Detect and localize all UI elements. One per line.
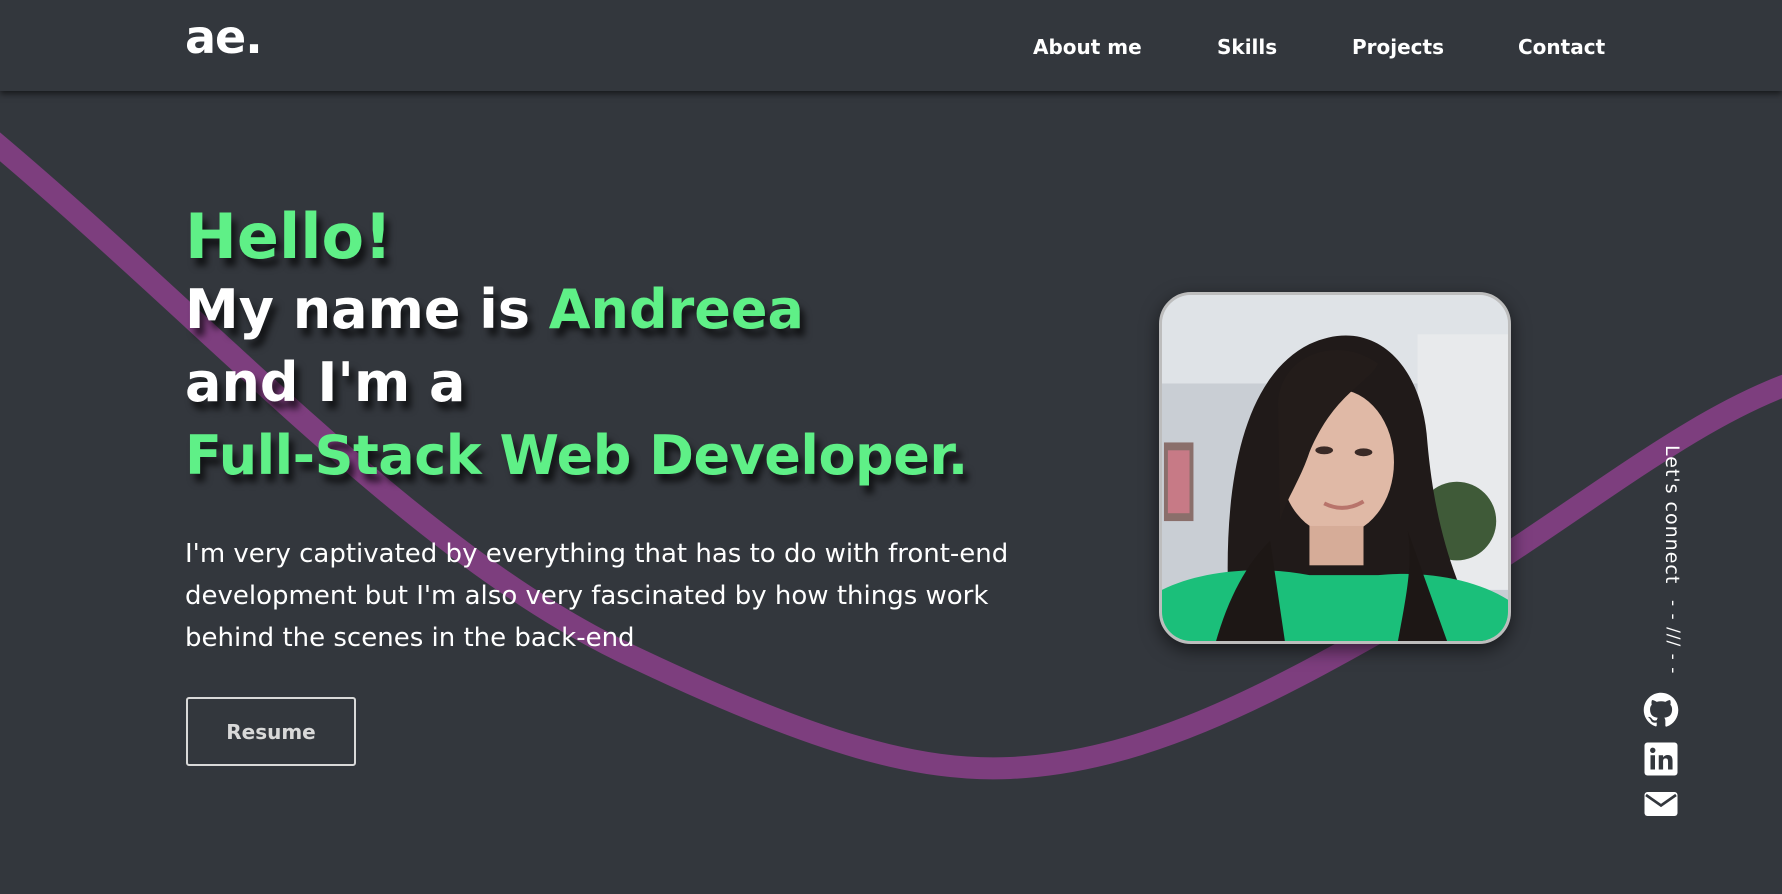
hero-name: Andreea bbox=[548, 278, 804, 341]
hero-heading: Hello! My name is Andreea and I'm a Full… bbox=[185, 200, 968, 492]
nav-link-skills[interactable]: Skills bbox=[1217, 35, 1277, 59]
lets-connect-label: Let's connect bbox=[1661, 445, 1683, 585]
hero-name-prefix: My name is bbox=[185, 278, 549, 341]
nav-link-projects[interactable]: Projects bbox=[1352, 35, 1444, 59]
nav-link-contact[interactable]: Contact bbox=[1518, 35, 1605, 59]
email-icon[interactable] bbox=[1643, 786, 1679, 822]
hero-line-3: and I'm a bbox=[185, 351, 466, 414]
hero-name-line: My name is Andreea bbox=[185, 273, 968, 346]
social-divider: - - /// - - bbox=[1663, 600, 1683, 675]
hero-greeting: Hello! bbox=[185, 200, 393, 273]
profile-photo bbox=[1159, 292, 1511, 644]
hero-intro: I'm very captivated by everything that h… bbox=[185, 539, 1009, 653]
resume-button[interactable]: Resume bbox=[186, 697, 356, 766]
nav-link-about[interactable]: About me bbox=[1033, 35, 1142, 59]
linkedin-icon[interactable] bbox=[1643, 741, 1679, 777]
site-header: ae. About me Skills Projects Contact bbox=[0, 0, 1782, 91]
hero-role: Full-Stack Web Developer. bbox=[185, 424, 968, 487]
logo[interactable]: ae. bbox=[185, 10, 263, 64]
github-icon[interactable] bbox=[1643, 692, 1679, 728]
